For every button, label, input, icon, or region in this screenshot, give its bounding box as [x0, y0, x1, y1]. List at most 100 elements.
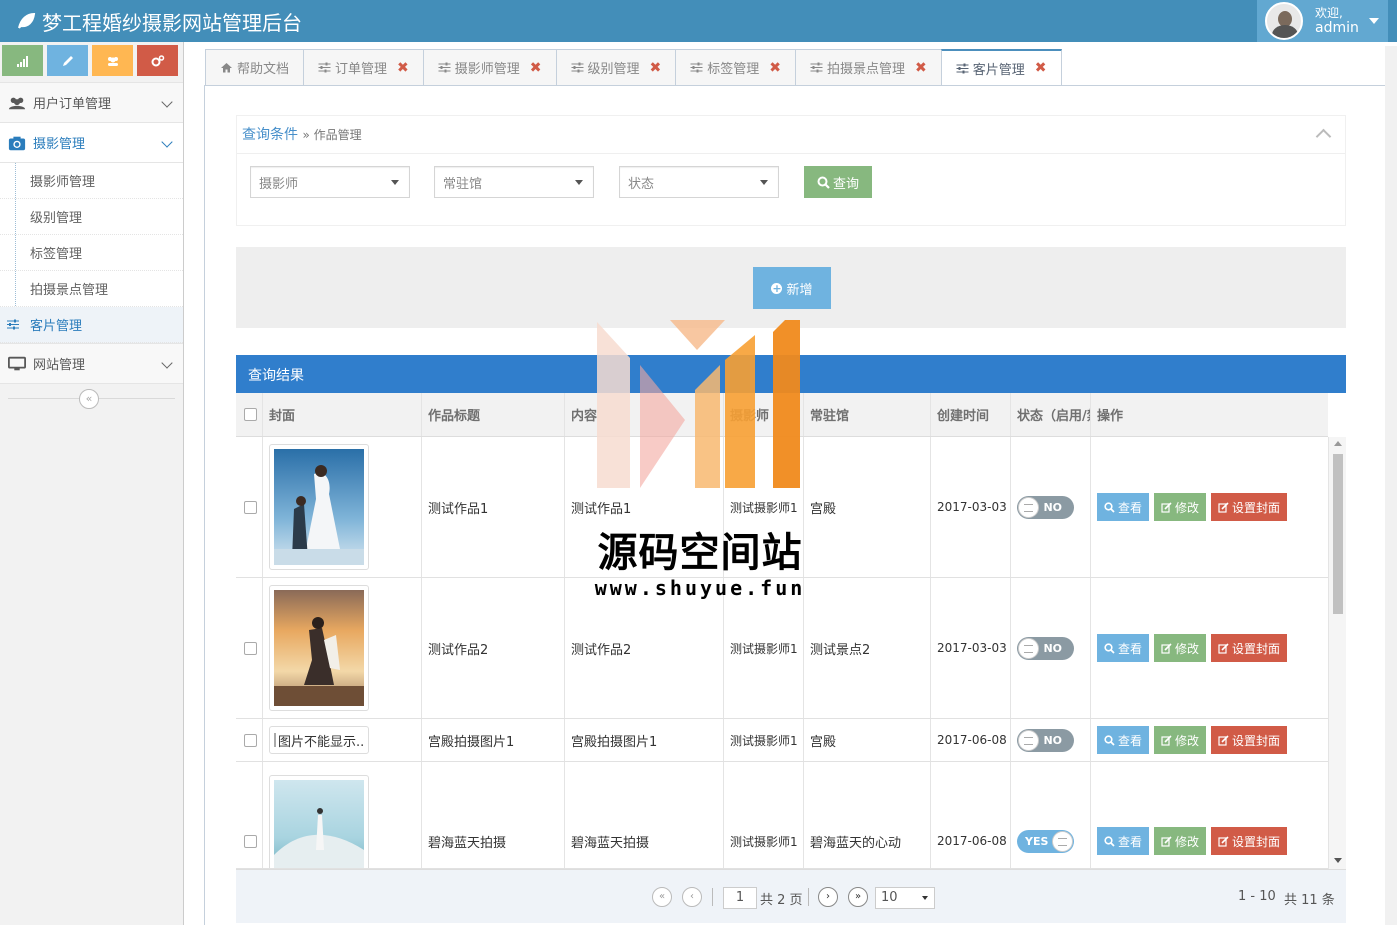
row-select-cell	[236, 437, 262, 577]
studio-select[interactable]: 常驻馆	[434, 166, 594, 198]
studio-select-value: 常驻馆	[443, 177, 483, 192]
next-page-icon[interactable]: ›	[818, 887, 838, 907]
close-icon[interactable]: ✖	[530, 60, 542, 76]
search-button[interactable]: 查询	[804, 166, 872, 198]
user-menu[interactable]: 欢迎, admin	[1257, 0, 1388, 42]
nav-user-orders[interactable]: 用户订单管理	[0, 82, 183, 122]
row-checkbox[interactable]	[244, 500, 257, 514]
set-cover-button[interactable]: 设置封面	[1211, 634, 1288, 662]
col-photographer[interactable]: 摄影师	[723, 393, 803, 436]
actions-cell: 查看 修改 设置封面	[1090, 437, 1328, 577]
cover-thumbnail[interactable]	[269, 775, 369, 868]
row-checkbox[interactable]	[244, 641, 257, 655]
sidebar-item-label: 标签管理	[30, 247, 83, 262]
edit-button[interactable]: 修改	[1154, 493, 1207, 521]
toggle-knob	[1018, 637, 1039, 659]
close-icon[interactable]: ✖	[1035, 60, 1047, 76]
actions-cell: 查看 修改 设置封面	[1090, 719, 1328, 761]
col-content[interactable]: 内容	[564, 393, 723, 436]
row-checkbox[interactable]	[244, 733, 257, 747]
cover-thumbnail[interactable]	[269, 585, 369, 711]
table-row: 图片不能显示.. 宫殿拍摄图片1 宫殿拍摄图片1 测试摄影师1 宫殿 2017-…	[236, 719, 1328, 762]
nav-photography[interactable]: 摄影管理	[0, 122, 183, 162]
col-created[interactable]: 创建时间	[930, 393, 1010, 436]
add-toolbar: + 新增	[236, 247, 1346, 328]
shortcut-cogs[interactable]	[137, 45, 178, 76]
shortcut-pencil[interactable]	[47, 45, 88, 76]
shortcuts	[0, 42, 183, 82]
page-input[interactable]: 1	[723, 887, 757, 909]
photographer-cell: 测试摄影师1	[723, 719, 803, 761]
last-page-icon[interactable]: »	[848, 887, 868, 907]
actions-cell: 查看 修改 设置封面	[1090, 762, 1328, 868]
status-toggle[interactable]: NO	[1017, 728, 1074, 752]
tab-levels[interactable]: 级别管理 ✖	[555, 49, 676, 86]
edit-button[interactable]: 修改	[1154, 827, 1207, 855]
view-button[interactable]: 查看	[1097, 726, 1150, 754]
status-toggle[interactable]: NO	[1017, 636, 1074, 660]
view-button[interactable]: 查看	[1097, 827, 1150, 855]
actions-cell: 查看 修改 设置封面	[1090, 578, 1328, 718]
sliders-icon	[438, 62, 451, 73]
page-scrollbar[interactable]	[1385, 46, 1397, 925]
cover-cell: 图片不能显示..	[262, 719, 421, 761]
col-title[interactable]: 作品标题	[421, 393, 564, 436]
col-status[interactable]: 状态（启用/禁用）	[1010, 393, 1090, 436]
scroll-thumb[interactable]	[1333, 454, 1343, 614]
first-page-icon[interactable]: «	[652, 887, 672, 907]
prev-page-icon[interactable]: ‹	[682, 887, 702, 907]
tab-locations[interactable]: 拍摄景点管理 ✖	[795, 49, 941, 86]
username: admin	[1315, 20, 1359, 36]
double-angle-left-icon[interactable]: «	[79, 389, 99, 409]
view-button[interactable]: 查看	[1097, 493, 1150, 521]
sidebar-item-levels[interactable]: 级别管理	[0, 199, 183, 235]
avatar	[1265, 2, 1303, 40]
close-icon[interactable]: ✖	[650, 60, 662, 76]
select-all-checkbox[interactable]	[244, 408, 257, 421]
set-cover-button[interactable]: 设置封面	[1211, 726, 1288, 754]
pager-separator	[808, 888, 809, 906]
tab-orders[interactable]: 订单管理 ✖	[303, 49, 423, 86]
sidebar-item-tags[interactable]: 标签管理	[0, 235, 183, 271]
nav-website[interactable]: 网站管理	[0, 343, 183, 383]
status-toggle[interactable]: YES	[1017, 829, 1074, 853]
cover-thumbnail[interactable]	[269, 444, 369, 570]
status-select[interactable]: 状态	[619, 166, 779, 198]
sliders-icon	[571, 62, 584, 73]
close-icon[interactable]: ✖	[769, 60, 781, 76]
shortcut-signal[interactable]	[2, 45, 43, 76]
tab-client-photos[interactable]: 客片管理 ✖	[940, 49, 1062, 86]
set-cover-button[interactable]: 设置封面	[1211, 493, 1288, 521]
sidebar-item-client-photos[interactable]: 客片管理	[0, 307, 183, 343]
edit-button[interactable]: 修改	[1154, 634, 1207, 662]
cover-thumbnail[interactable]: 图片不能显示..	[269, 726, 369, 754]
col-cover[interactable]: 封面	[262, 393, 421, 436]
tab-tags[interactable]: 标签管理 ✖	[675, 49, 796, 86]
set-cover-button[interactable]: 设置封面	[1211, 827, 1288, 855]
col-studio[interactable]: 常驻馆	[803, 393, 930, 436]
tab-label: 拍摄景点管理	[827, 62, 906, 77]
shortcut-group[interactable]	[92, 45, 133, 76]
table-scrollbar[interactable]	[1328, 437, 1346, 869]
scroll-up-arrow[interactable]	[1334, 441, 1342, 446]
edit-button[interactable]: 修改	[1154, 726, 1207, 754]
sidebar-item-photographers[interactable]: 摄影师管理	[0, 163, 183, 199]
chevron-up-icon[interactable]	[1315, 128, 1332, 145]
table-row: 碧海蓝天拍摄 碧海蓝天拍摄 测试摄影师1 碧海蓝天的心动 2017-06-08 …	[236, 762, 1328, 869]
status-toggle[interactable]: NO	[1017, 495, 1074, 519]
page-size-select[interactable]: 10	[875, 887, 935, 909]
row-checkbox[interactable]	[244, 834, 257, 848]
photographer-select[interactable]: 摄影师	[250, 166, 410, 198]
tab-help[interactable]: 帮助文档	[205, 49, 304, 86]
tab-photographers[interactable]: 摄影师管理 ✖	[422, 49, 556, 86]
status-cell: NO	[1010, 719, 1090, 761]
close-icon[interactable]: ✖	[915, 60, 927, 76]
scroll-down-arrow[interactable]	[1334, 858, 1342, 863]
created-cell: 2017-03-03	[930, 437, 1010, 577]
add-button[interactable]: + 新增	[753, 267, 831, 309]
close-icon[interactable]: ✖	[397, 60, 409, 76]
sidebar-item-locations[interactable]: 拍摄景点管理	[0, 271, 183, 307]
view-button[interactable]: 查看	[1097, 634, 1150, 662]
status-select-value: 状态	[628, 177, 655, 192]
brand[interactable]: 梦工程婚纱摄影网站管理后台	[16, 0, 302, 42]
